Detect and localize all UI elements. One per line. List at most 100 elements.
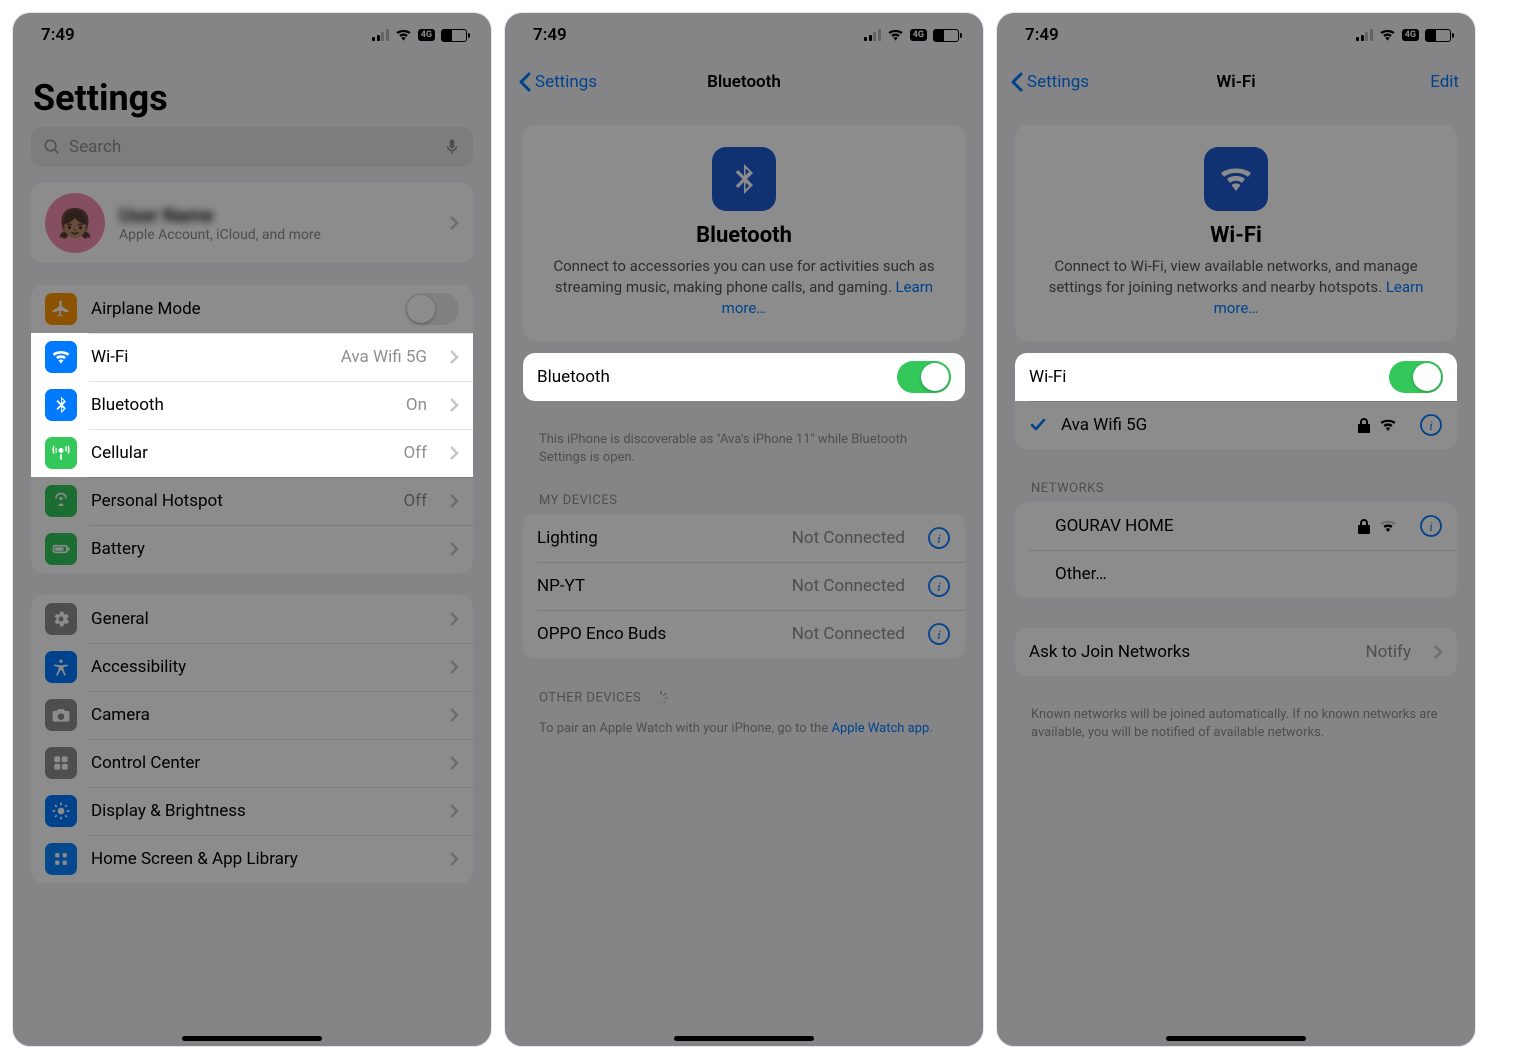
connected-network-row[interactable]: Ava Wifi 5G i: [1015, 401, 1457, 449]
wifi-icon: [395, 29, 412, 41]
status-bar: 7:49 4G: [13, 13, 491, 57]
discoverable-note: This iPhone is discoverable as "Ava's iP…: [505, 423, 983, 483]
cell-signal-icon: [372, 29, 389, 41]
row-label: Wi-Fi: [91, 347, 327, 367]
chevron-right-icon: [1433, 644, 1443, 660]
device-row[interactable]: OPPO Enco Buds Not Connected i: [523, 610, 965, 658]
avatar: 👧🏽: [45, 193, 105, 253]
hero-desc: Connect to accessories you can use for a…: [545, 256, 943, 319]
row-label: Ava Wifi 5G: [1061, 415, 1343, 435]
row-display[interactable]: Display & Brightness: [31, 787, 473, 835]
apple-watch-link[interactable]: Apple Watch app: [831, 721, 929, 736]
row-control-center[interactable]: Control Center: [31, 739, 473, 787]
row-battery[interactable]: Battery: [31, 525, 473, 573]
airplane-toggle[interactable]: [405, 293, 459, 325]
info-icon[interactable]: i: [927, 526, 951, 550]
phone-bluetooth: 7:49 4G Settings Bluetooth Bluetooth Con…: [504, 12, 984, 1047]
hero-desc: Connect to Wi-Fi, view available network…: [1037, 256, 1435, 319]
battery-icon: [441, 29, 467, 42]
lock-icon: [1357, 417, 1371, 433]
device-row[interactable]: Lighting Not Connected i: [523, 514, 965, 562]
svg-text:i: i: [1429, 418, 1433, 433]
cell-badge: 4G: [418, 29, 435, 41]
mic-icon[interactable]: [443, 138, 461, 156]
row-general[interactable]: General: [31, 595, 473, 643]
nav-bar: Settings Bluetooth: [505, 57, 983, 107]
cell-signal-icon: [864, 29, 881, 41]
row-value: Ava Wifi 5G: [341, 347, 427, 367]
row-label: OPPO Enco Buds: [537, 624, 778, 644]
account-row[interactable]: 👧🏽 User Name Apple Account, iCloud, and …: [31, 183, 473, 263]
check-icon: [1029, 416, 1047, 434]
status-bar: 7:49 4G: [505, 13, 983, 57]
back-label: Settings: [535, 72, 597, 92]
home-indicator[interactable]: [674, 1036, 814, 1041]
back-label: Settings: [1027, 72, 1089, 92]
info-icon[interactable]: i: [1419, 413, 1443, 437]
lock-icon: [1357, 518, 1371, 534]
wifi-icon: [887, 29, 904, 41]
home-indicator[interactable]: [182, 1036, 322, 1041]
other-network-row[interactable]: Other…: [1015, 550, 1457, 598]
info-icon[interactable]: i: [927, 574, 951, 598]
ask-to-join-row[interactable]: Ask to Join Networks Notify: [1015, 628, 1457, 676]
search-input[interactable]: Search: [31, 127, 473, 167]
search-icon: [43, 138, 61, 156]
status-time: 7:49: [1025, 25, 1059, 45]
svg-text:i: i: [937, 627, 941, 642]
row-label: Bluetooth: [91, 395, 392, 415]
row-value: Notify: [1366, 642, 1411, 662]
home-indicator[interactable]: [1166, 1036, 1306, 1041]
chevron-right-icon: [449, 803, 459, 819]
row-label: Other…: [1029, 564, 1443, 584]
row-accessibility[interactable]: Accessibility: [31, 643, 473, 691]
row-value: Off: [403, 491, 427, 511]
cell-signal-icon: [1356, 29, 1373, 41]
phone-wifi: 7:49 4G Settings Wi-Fi Edit Wi-Fi Connec…: [996, 12, 1476, 1047]
row-value: On: [406, 395, 427, 415]
row-label: Control Center: [91, 753, 427, 773]
info-icon[interactable]: i: [927, 622, 951, 646]
row-home-screen[interactable]: Home Screen & App Library: [31, 835, 473, 883]
bluetooth-toggle[interactable]: [897, 361, 951, 393]
row-airplane[interactable]: Airplane Mode: [31, 285, 473, 333]
wifi-signal-icon: [1379, 519, 1397, 533]
wifi-icon: [1379, 29, 1396, 41]
spinner-icon: [653, 690, 669, 706]
row-cellular[interactable]: Cellular Off: [31, 429, 473, 477]
bluetooth-hero: Bluetooth Connect to accessories you can…: [523, 125, 965, 341]
row-wifi[interactable]: Wi-Fi Ava Wifi 5G: [31, 333, 473, 381]
info-icon[interactable]: i: [1419, 514, 1443, 538]
chevron-left-icon: [517, 72, 531, 92]
row-label: Bluetooth: [537, 367, 883, 387]
row-camera[interactable]: Camera: [31, 691, 473, 739]
bluetooth-hero-icon: [712, 147, 776, 211]
row-label: Accessibility: [91, 657, 427, 677]
wifi-toggle[interactable]: [1389, 361, 1443, 393]
phone-settings: 7:49 4G Settings Search 👧🏽 User Name App…: [12, 12, 492, 1047]
chevron-right-icon: [449, 397, 459, 413]
pair-note: To pair an Apple Watch with your iPhone,…: [505, 712, 983, 754]
network-row[interactable]: GOURAV HOME i: [1015, 502, 1457, 550]
row-label: Cellular: [91, 443, 389, 463]
edit-button[interactable]: Edit: [1430, 72, 1459, 92]
chevron-left-icon: [1009, 72, 1023, 92]
row-bluetooth[interactable]: Bluetooth On: [31, 381, 473, 429]
nav-bar: Settings Wi-Fi Edit: [997, 57, 1475, 107]
row-hotspot[interactable]: Personal Hotspot Off: [31, 477, 473, 525]
wifi-icon: [45, 341, 77, 373]
my-devices-header: My Devices: [505, 483, 983, 514]
row-value: Not Connected: [792, 624, 905, 644]
status-time: 7:49: [533, 25, 567, 45]
device-row[interactable]: NP-YT Not Connected i: [523, 562, 965, 610]
bluetooth-toggle-row[interactable]: Bluetooth: [523, 353, 965, 401]
back-button[interactable]: Settings: [517, 72, 597, 92]
chevron-right-icon: [449, 707, 459, 723]
back-button[interactable]: Settings: [1009, 72, 1089, 92]
row-label: Display & Brightness: [91, 801, 427, 821]
nav-title: Bluetooth: [707, 72, 781, 92]
chevron-right-icon: [449, 349, 459, 365]
row-value: Not Connected: [792, 576, 905, 596]
accessibility-icon: [45, 651, 77, 683]
wifi-toggle-row[interactable]: Wi-Fi: [1015, 353, 1457, 401]
